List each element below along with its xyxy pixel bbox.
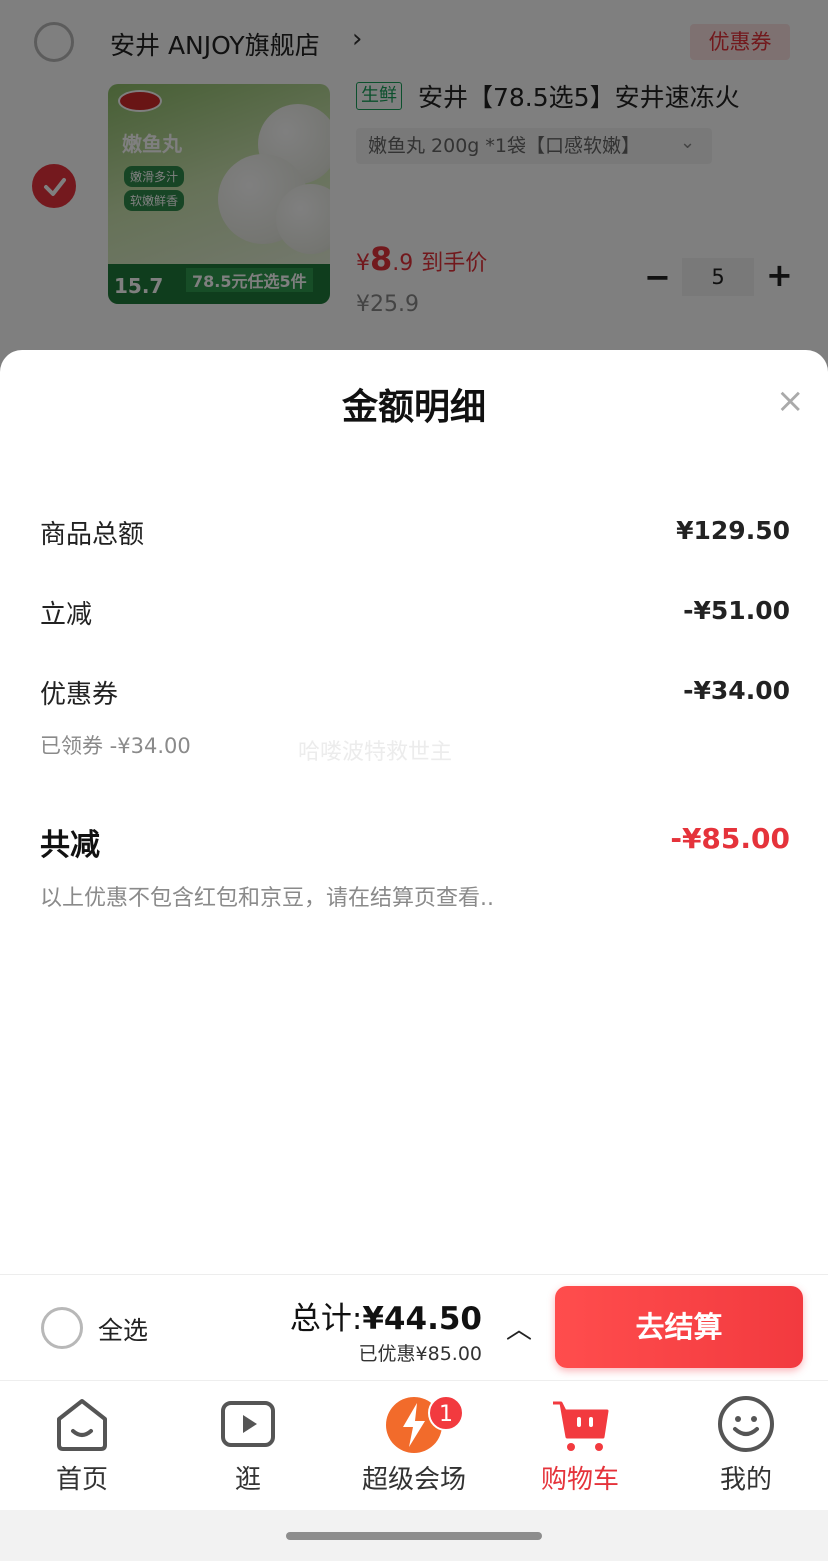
checkout-button[interactable]: 去结算: [555, 1286, 803, 1368]
home-indicator-area: [0, 1510, 828, 1561]
tab-badge: 1: [428, 1395, 464, 1431]
tab-super-venue[interactable]: 1 超级会场: [344, 1393, 484, 1503]
chevron-up-icon[interactable]: ︿: [506, 1309, 532, 1346]
tab-bar: 首页 逛 1 超级会场 购物车 我的: [0, 1380, 828, 1510]
home-icon: [57, 1399, 107, 1451]
tab-explore-label: 逛: [234, 1465, 261, 1495]
home-indicator[interactable]: [286, 1532, 542, 1540]
checkout-bar: 全选 总计:¥44.50 已优惠¥85.00 ︿ 去结算: [0, 1274, 828, 1380]
discount-note: 以上优惠不包含红包和京豆，请在结算页查看..: [40, 886, 494, 911]
total-discount-label: 共减: [40, 828, 100, 863]
select-all-radio[interactable]: [41, 1307, 83, 1349]
close-icon[interactable]: ×: [776, 384, 805, 418]
profile-icon: [718, 1396, 774, 1452]
saved-amount: 已优惠¥85.00: [358, 1343, 482, 1365]
row-label-total: 商品总额: [40, 520, 145, 550]
tab-profile-label: 我的: [719, 1465, 772, 1495]
total-price: 总计:¥44.50: [290, 1293, 482, 1338]
select-all-label[interactable]: 全选: [98, 1311, 148, 1347]
total-discount-value: -¥85.00: [670, 822, 790, 855]
tab-profile[interactable]: 我的: [676, 1393, 816, 1503]
tab-home[interactable]: 首页: [12, 1393, 152, 1503]
amount-detail-sheet: 金额明细 × 商品总额 ¥129.50 立减 -¥51.00 优惠券 -¥34.…: [0, 350, 828, 1274]
tab-home-label: 首页: [55, 1465, 108, 1495]
row-value-discount: -¥51.00: [683, 596, 790, 625]
modal-overlay[interactable]: [0, 0, 828, 380]
row-value-coupon: -¥34.00: [683, 676, 790, 705]
total-amount: ¥44.50: [362, 1301, 482, 1337]
row-label-coupon: 优惠券: [40, 680, 119, 710]
total-prefix: 总计:: [289, 1301, 363, 1337]
watermark: 哈喽波特救世主: [298, 740, 453, 765]
tab-cart-label: 购物车: [540, 1465, 619, 1495]
tab-explore[interactable]: 逛: [178, 1393, 318, 1503]
coupon-sub-text: 已领券 -¥34.00: [40, 734, 191, 758]
row-value-total: ¥129.50: [676, 516, 790, 545]
tab-super-venue-label: 超级会场: [361, 1465, 466, 1495]
video-icon: [221, 1401, 275, 1447]
row-label-discount: 立减: [40, 600, 93, 630]
sheet-title: 金额明细: [341, 387, 486, 428]
tab-cart[interactable]: 购物车: [510, 1393, 650, 1503]
cart-icon: [553, 1401, 609, 1451]
